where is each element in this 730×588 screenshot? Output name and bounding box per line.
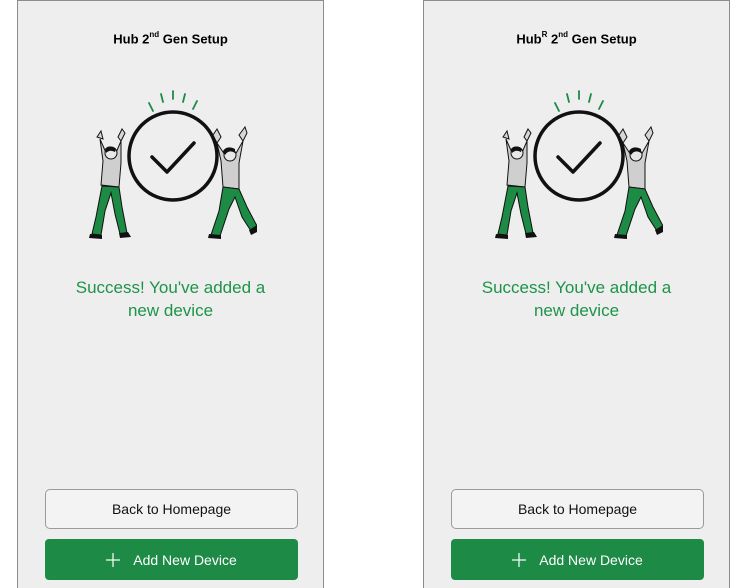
title-text: 2 (138, 31, 150, 47)
add-new-device-button[interactable]: Add New Device (45, 539, 298, 580)
setup-screen-left: Hub 2nd Gen Setup Success! You've added … (17, 0, 324, 588)
add-new-device-button[interactable]: Add New Device (451, 539, 704, 580)
back-to-homepage-label: Back to Homepage (517, 501, 638, 517)
add-new-device-label: Add New Device (133, 551, 237, 568)
back-to-homepage-label: Back to Homepage (111, 501, 232, 517)
back-to-homepage-button[interactable]: Back to Homepage (45, 489, 298, 529)
success-message: Success! You've added a new device (424, 276, 729, 322)
title-text: Hub (113, 31, 139, 47)
success-message-line: new device (533, 301, 620, 320)
success-message-line: new device (127, 301, 214, 320)
title-superscript: R (541, 30, 548, 39)
success-celebration-icon (493, 89, 664, 244)
setup-screen-right: HubR 2nd Gen Setup Success! You've added… (423, 0, 730, 588)
title-text: Hub (516, 31, 542, 47)
title-text: Gen Setup (568, 31, 637, 47)
plus-icon (106, 552, 121, 567)
page-title: Hub 2nd Gen Setup (18, 30, 323, 47)
add-new-device-label: Add New Device (539, 551, 643, 568)
page-title: HubR 2nd Gen Setup (424, 30, 729, 47)
title-ordinal: nd (149, 30, 160, 39)
title-text: Gen Setup (159, 31, 228, 47)
success-message-line: Success! You've added a (75, 278, 266, 297)
plus-icon (512, 552, 527, 567)
title-text: 2 (547, 31, 559, 47)
success-celebration-icon (87, 89, 258, 244)
success-message: Success! You've added a new device (18, 276, 323, 322)
title-ordinal: nd (558, 30, 569, 39)
success-message-line: Success! You've added a (481, 278, 672, 297)
back-to-homepage-button[interactable]: Back to Homepage (451, 489, 704, 529)
